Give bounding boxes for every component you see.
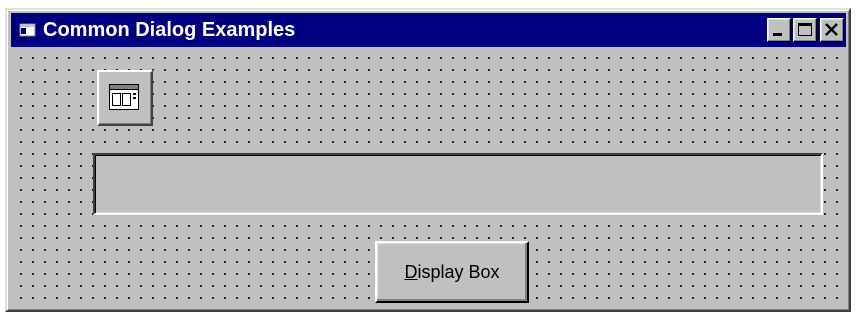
common-dialog-icon (109, 84, 139, 110)
form-window: Common Dialog Examples D isplay Box (5, 8, 851, 312)
window-title: Common Dialog Examples (43, 19, 296, 41)
display-box-button-accel: D (404, 261, 418, 282)
minimize-button[interactable] (767, 18, 791, 42)
display-box-button[interactable]: Display Box (375, 241, 529, 303)
maximize-button[interactable] (793, 18, 817, 42)
display-box-button-label: isplay Box (417, 261, 500, 282)
form-app-icon[interactable] (19, 22, 37, 38)
maximize-icon (798, 23, 812, 36)
close-icon (825, 23, 838, 36)
form-client-area[interactable]: Display Box (11, 48, 846, 307)
display-text-box[interactable] (93, 153, 823, 215)
close-button[interactable] (820, 18, 844, 42)
title-bar[interactable]: Common Dialog Examples (11, 13, 846, 47)
common-dialog-control[interactable] (97, 70, 153, 126)
minimize-icon (773, 33, 782, 36)
